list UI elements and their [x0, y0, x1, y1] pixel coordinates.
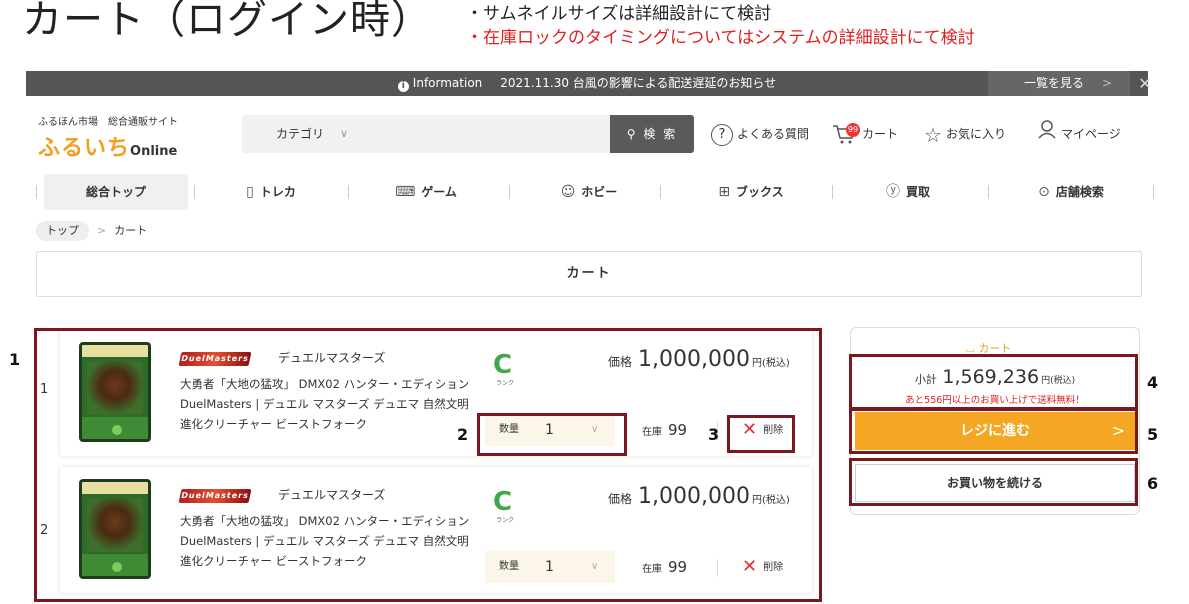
- star-icon: ☆: [924, 122, 942, 147]
- favorites-link[interactable]: ☆ お気に入り: [924, 118, 1006, 150]
- mypage-label: マイページ: [1061, 127, 1121, 141]
- main-nav: 総合トップ ▯ トレカ ⌨ ゲーム ☺ ホビー ⊞ ブックス ⓨ 買取 ⊙ 店舗検索: [36, 174, 1154, 210]
- info-bar: i Information 2021.11.30 台風の影響による配送遅延のお知らせ…: [26, 71, 1152, 96]
- pin-icon: ⊙: [1038, 184, 1050, 200]
- annotation-label: 2: [457, 425, 469, 444]
- annotation-box-6: [849, 458, 1138, 506]
- annotation-box-4: [849, 354, 1138, 410]
- nav-divider: [832, 185, 833, 199]
- site-subtitle: ふるほん市場 総合通販サイト: [38, 117, 178, 128]
- annotation-box-1: [34, 328, 822, 602]
- nav-label: トレカ: [259, 185, 296, 199]
- search-button[interactable]: ⚲ 検 索: [610, 115, 694, 153]
- note-stock-lock: ・在庫ロックのタイミングについてはシステムの詳細設計にて検討: [466, 28, 975, 48]
- logo-online: Online: [130, 144, 178, 159]
- annotation-label: 6: [1147, 474, 1159, 493]
- faq-link[interactable]: ? よくある質問: [711, 118, 809, 150]
- cart-link[interactable]: 99 カート: [832, 118, 898, 150]
- nav-item-top[interactable]: 総合トップ: [44, 174, 188, 210]
- nav-item-game[interactable]: ⌨ ゲーム: [361, 174, 491, 210]
- nav-divider: [509, 185, 510, 199]
- cart-icon: 99: [832, 122, 860, 147]
- cart-heading: カート: [36, 251, 1142, 297]
- annotation-box-2: [477, 413, 627, 456]
- annotation-label: 3: [708, 425, 720, 444]
- mypage-link[interactable]: マイページ: [1037, 118, 1121, 150]
- nav-label: ホビー: [581, 185, 618, 199]
- user-icon: [1037, 119, 1057, 151]
- cart-label: カート: [862, 127, 899, 141]
- search-bar: カテゴリ ∨ ⚲ 検 索: [242, 115, 694, 153]
- note-thumbnail: ・サムネイルサイズは詳細設計にて検討: [466, 4, 772, 24]
- card-icon: ▯: [246, 184, 254, 200]
- close-icon[interactable]: ✕: [1136, 71, 1154, 96]
- chevron-right-icon: >: [97, 224, 107, 237]
- search-icon: ⚲: [626, 127, 638, 141]
- logo-main: ふるいち: [38, 136, 131, 161]
- book-icon: ⊞: [718, 184, 731, 200]
- nav-divider: [660, 185, 661, 199]
- info-message-row[interactable]: i Information 2021.11.30 台風の影響による配送遅延のお知らせ: [26, 71, 1148, 96]
- search-button-label: 検 索: [643, 127, 678, 141]
- nav-label: 買取: [905, 185, 930, 199]
- nav-item-hobby[interactable]: ☺ ホビー: [524, 174, 654, 210]
- nav-divider: [988, 185, 989, 199]
- nav-item-tcg[interactable]: ▯ トレカ: [206, 174, 336, 210]
- chevron-down-icon[interactable]: ∨: [340, 115, 348, 153]
- view-all-label: 一覧を見る: [1024, 76, 1085, 90]
- nav-item-books[interactable]: ⊞ ブックス: [686, 174, 816, 210]
- breadcrumb: トップ > カート: [36, 221, 147, 241]
- nav-label: ブックス: [736, 185, 784, 199]
- breadcrumb-current: カート: [114, 224, 148, 237]
- question-icon: ?: [711, 123, 733, 146]
- info-message: 2021.11.30 台風の影響による配送遅延のお知らせ: [500, 76, 777, 90]
- nav-label: 総合トップ: [85, 185, 146, 199]
- site-logo[interactable]: ふるいちOnline: [38, 130, 177, 162]
- nav-divider: [348, 185, 349, 199]
- annotation-box-3: [727, 415, 795, 453]
- nav-divider: [1153, 185, 1154, 199]
- nav-label: 店舗検索: [1055, 185, 1104, 199]
- breadcrumb-home[interactable]: トップ: [36, 221, 89, 241]
- yen-icon: ⓨ: [885, 184, 900, 200]
- faq-label: よくある質問: [737, 127, 810, 141]
- annotation-label: 5: [1147, 425, 1159, 444]
- nav-divider: [36, 185, 37, 199]
- annotation-label: 1: [9, 350, 21, 369]
- gamepad-icon: ⌨: [395, 184, 416, 200]
- annotation-box-5: [849, 408, 1138, 454]
- nav-item-buyback[interactable]: ⓨ 買取: [848, 174, 968, 210]
- chevron-right-icon: >: [1102, 76, 1113, 90]
- nav-item-store-search[interactable]: ⊙ 店舗検索: [1001, 174, 1141, 210]
- annotation-label: 4: [1147, 373, 1159, 392]
- search-input[interactable]: [374, 121, 604, 147]
- category-select[interactable]: カテゴリ: [276, 115, 324, 153]
- info-icon: i: [397, 81, 409, 92]
- nav-divider: [194, 185, 195, 199]
- hobby-icon: ☺: [560, 184, 576, 200]
- favorites-label: お気に入り: [945, 127, 1006, 141]
- cart-count-badge: 99: [846, 122, 860, 137]
- view-all-button[interactable]: 一覧を見る >: [988, 71, 1130, 96]
- page-title: カート（ログイン時）: [22, 0, 432, 43]
- design-notes: ・サムネイルサイズは詳細設計にて検討 ・在庫ロックのタイミングについてはシステム…: [466, 2, 975, 50]
- nav-label: ゲーム: [421, 185, 457, 199]
- info-label: Information: [412, 76, 483, 90]
